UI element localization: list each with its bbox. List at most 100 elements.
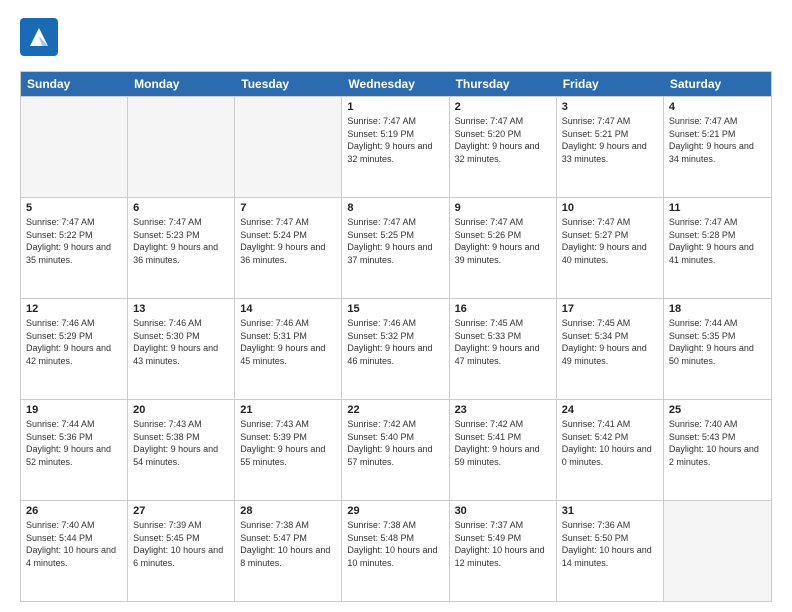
calendar-cell: 15 Sunrise: 7:46 AMSunset: 5:32 PMDayligh… <box>342 299 449 399</box>
day-info: Sunrise: 7:47 AMSunset: 5:21 PMDaylight:… <box>562 115 658 165</box>
calendar-cell: 11 Sunrise: 7:47 AMSunset: 5:28 PMDayligh… <box>664 198 771 298</box>
calendar-cell: 23 Sunrise: 7:42 AMSunset: 5:41 PMDayligh… <box>450 400 557 500</box>
day-info: Sunrise: 7:38 AMSunset: 5:47 PMDaylight:… <box>240 519 336 569</box>
day-number: 11 <box>669 202 766 214</box>
day-number: 1 <box>347 101 443 113</box>
calendar-cell <box>128 97 235 197</box>
calendar-cell: 12 Sunrise: 7:46 AMSunset: 5:29 PMDayligh… <box>21 299 128 399</box>
day-info: Sunrise: 7:37 AMSunset: 5:49 PMDaylight:… <box>455 519 551 569</box>
day-info: Sunrise: 7:46 AMSunset: 5:32 PMDaylight:… <box>347 317 443 367</box>
day-info: Sunrise: 7:46 AMSunset: 5:31 PMDaylight:… <box>240 317 336 367</box>
logo-icon <box>20 18 58 56</box>
calendar-cell: 14 Sunrise: 7:46 AMSunset: 5:31 PMDayligh… <box>235 299 342 399</box>
calendar-cell: 17 Sunrise: 7:45 AMSunset: 5:34 PMDayligh… <box>557 299 664 399</box>
day-info: Sunrise: 7:40 AMSunset: 5:44 PMDaylight:… <box>26 519 122 569</box>
day-info: Sunrise: 7:47 AMSunset: 5:28 PMDaylight:… <box>669 216 766 266</box>
calendar-cell: 24 Sunrise: 7:41 AMSunset: 5:42 PMDayligh… <box>557 400 664 500</box>
calendar-cell: 3 Sunrise: 7:47 AMSunset: 5:21 PMDaylight… <box>557 97 664 197</box>
calendar-cell: 8 Sunrise: 7:47 AMSunset: 5:25 PMDaylight… <box>342 198 449 298</box>
calendar-row: 1 Sunrise: 7:47 AMSunset: 5:19 PMDaylight… <box>21 96 771 197</box>
calendar-cell: 26Sunrise: 7:40 AMSunset: 5:44 PMDayligh… <box>21 501 128 601</box>
day-number: 18 <box>669 303 766 315</box>
day-number: 21 <box>240 404 336 416</box>
day-info: Sunrise: 7:36 AMSunset: 5:50 PMDaylight:… <box>562 519 658 569</box>
calendar: SundayMondayTuesdayWednesdayThursdayFrid… <box>20 71 772 602</box>
day-info: Sunrise: 7:47 AMSunset: 5:26 PMDaylight:… <box>455 216 551 266</box>
day-info: Sunrise: 7:45 AMSunset: 5:34 PMDaylight:… <box>562 317 658 367</box>
calendar-cell: 18 Sunrise: 7:44 AMSunset: 5:35 PMDayligh… <box>664 299 771 399</box>
calendar-cell: 21 Sunrise: 7:43 AMSunset: 5:39 PMDayligh… <box>235 400 342 500</box>
day-number: 9 <box>455 202 551 214</box>
calendar-header-cell: Sunday <box>21 72 128 96</box>
day-info: Sunrise: 7:41 AMSunset: 5:42 PMDaylight:… <box>562 418 658 468</box>
calendar-body: 1 Sunrise: 7:47 AMSunset: 5:19 PMDaylight… <box>21 96 771 601</box>
day-info: Sunrise: 7:39 AMSunset: 5:45 PMDaylight:… <box>133 519 229 569</box>
calendar-header-cell: Saturday <box>664 72 771 96</box>
calendar-header: SundayMondayTuesdayWednesdayThursdayFrid… <box>21 72 771 96</box>
day-info: Sunrise: 7:47 AMSunset: 5:25 PMDaylight:… <box>347 216 443 266</box>
calendar-cell <box>21 97 128 197</box>
day-number: 4 <box>669 101 766 113</box>
calendar-cell: 30 Sunrise: 7:37 AMSunset: 5:49 PMDayligh… <box>450 501 557 601</box>
day-info: Sunrise: 7:44 AMSunset: 5:36 PMDaylight:… <box>26 418 122 468</box>
calendar-cell: 4 Sunrise: 7:47 AMSunset: 5:21 PMDaylight… <box>664 97 771 197</box>
day-info: Sunrise: 7:46 AMSunset: 5:29 PMDaylight:… <box>26 317 122 367</box>
day-info: Sunrise: 7:47 AMSunset: 5:24 PMDaylight:… <box>240 216 336 266</box>
day-info: Sunrise: 7:40 AMSunset: 5:43 PMDaylight:… <box>669 418 766 468</box>
day-number: 17 <box>562 303 658 315</box>
calendar-cell: 7Sunrise: 7:47 AMSunset: 5:24 PMDaylight… <box>235 198 342 298</box>
day-number: 31 <box>562 505 658 517</box>
day-number: 29 <box>347 505 443 517</box>
calendar-row: 26Sunrise: 7:40 AMSunset: 5:44 PMDayligh… <box>21 500 771 601</box>
day-number: 5 <box>26 202 122 214</box>
day-info: Sunrise: 7:47 AMSunset: 5:19 PMDaylight:… <box>347 115 443 165</box>
calendar-cell: 22Sunrise: 7:42 AMSunset: 5:40 PMDayligh… <box>342 400 449 500</box>
calendar-cell: 20 Sunrise: 7:43 AMSunset: 5:38 PMDayligh… <box>128 400 235 500</box>
calendar-cell: 10Sunrise: 7:47 AMSunset: 5:27 PMDayligh… <box>557 198 664 298</box>
calendar-header-cell: Friday <box>557 72 664 96</box>
day-info: Sunrise: 7:42 AMSunset: 5:41 PMDaylight:… <box>455 418 551 468</box>
day-info: Sunrise: 7:46 AMSunset: 5:30 PMDaylight:… <box>133 317 229 367</box>
day-number: 24 <box>562 404 658 416</box>
day-number: 15 <box>347 303 443 315</box>
calendar-cell: 13 Sunrise: 7:46 AMSunset: 5:30 PMDayligh… <box>128 299 235 399</box>
day-number: 19 <box>26 404 122 416</box>
calendar-cell: 31 Sunrise: 7:36 AMSunset: 5:50 PMDayligh… <box>557 501 664 601</box>
day-number: 20 <box>133 404 229 416</box>
day-number: 25 <box>669 404 766 416</box>
calendar-cell: 2Sunrise: 7:47 AMSunset: 5:20 PMDaylight… <box>450 97 557 197</box>
day-number: 12 <box>26 303 122 315</box>
header <box>20 18 772 61</box>
day-number: 3 <box>562 101 658 113</box>
calendar-row: 19 Sunrise: 7:44 AMSunset: 5:36 PMDayligh… <box>21 399 771 500</box>
calendar-header-cell: Wednesday <box>342 72 449 96</box>
calendar-header-cell: Tuesday <box>235 72 342 96</box>
day-info: Sunrise: 7:47 AMSunset: 5:27 PMDaylight:… <box>562 216 658 266</box>
day-info: Sunrise: 7:43 AMSunset: 5:39 PMDaylight:… <box>240 418 336 468</box>
day-number: 16 <box>455 303 551 315</box>
calendar-cell: 25 Sunrise: 7:40 AMSunset: 5:43 PMDayligh… <box>664 400 771 500</box>
logo <box>20 18 62 61</box>
calendar-row: 12 Sunrise: 7:46 AMSunset: 5:29 PMDayligh… <box>21 298 771 399</box>
day-info: Sunrise: 7:47 AMSunset: 5:21 PMDaylight:… <box>669 115 766 165</box>
calendar-cell: 29Sunrise: 7:38 AMSunset: 5:48 PMDayligh… <box>342 501 449 601</box>
day-number: 2 <box>455 101 551 113</box>
day-info: Sunrise: 7:43 AMSunset: 5:38 PMDaylight:… <box>133 418 229 468</box>
day-info: Sunrise: 7:45 AMSunset: 5:33 PMDaylight:… <box>455 317 551 367</box>
day-info: Sunrise: 7:42 AMSunset: 5:40 PMDaylight:… <box>347 418 443 468</box>
day-number: 6 <box>133 202 229 214</box>
day-info: Sunrise: 7:44 AMSunset: 5:35 PMDaylight:… <box>669 317 766 367</box>
page: SundayMondayTuesdayWednesdayThursdayFrid… <box>0 0 792 612</box>
day-number: 13 <box>133 303 229 315</box>
day-number: 8 <box>347 202 443 214</box>
day-info: Sunrise: 7:47 AMSunset: 5:23 PMDaylight:… <box>133 216 229 266</box>
calendar-cell: 19 Sunrise: 7:44 AMSunset: 5:36 PMDayligh… <box>21 400 128 500</box>
day-number: 23 <box>455 404 551 416</box>
calendar-cell: 6 Sunrise: 7:47 AMSunset: 5:23 PMDaylight… <box>128 198 235 298</box>
calendar-cell <box>664 501 771 601</box>
calendar-cell: 16 Sunrise: 7:45 AMSunset: 5:33 PMDayligh… <box>450 299 557 399</box>
calendar-cell: 5Sunrise: 7:47 AMSunset: 5:22 PMDaylight… <box>21 198 128 298</box>
day-number: 30 <box>455 505 551 517</box>
calendar-row: 5Sunrise: 7:47 AMSunset: 5:22 PMDaylight… <box>21 197 771 298</box>
day-number: 14 <box>240 303 336 315</box>
